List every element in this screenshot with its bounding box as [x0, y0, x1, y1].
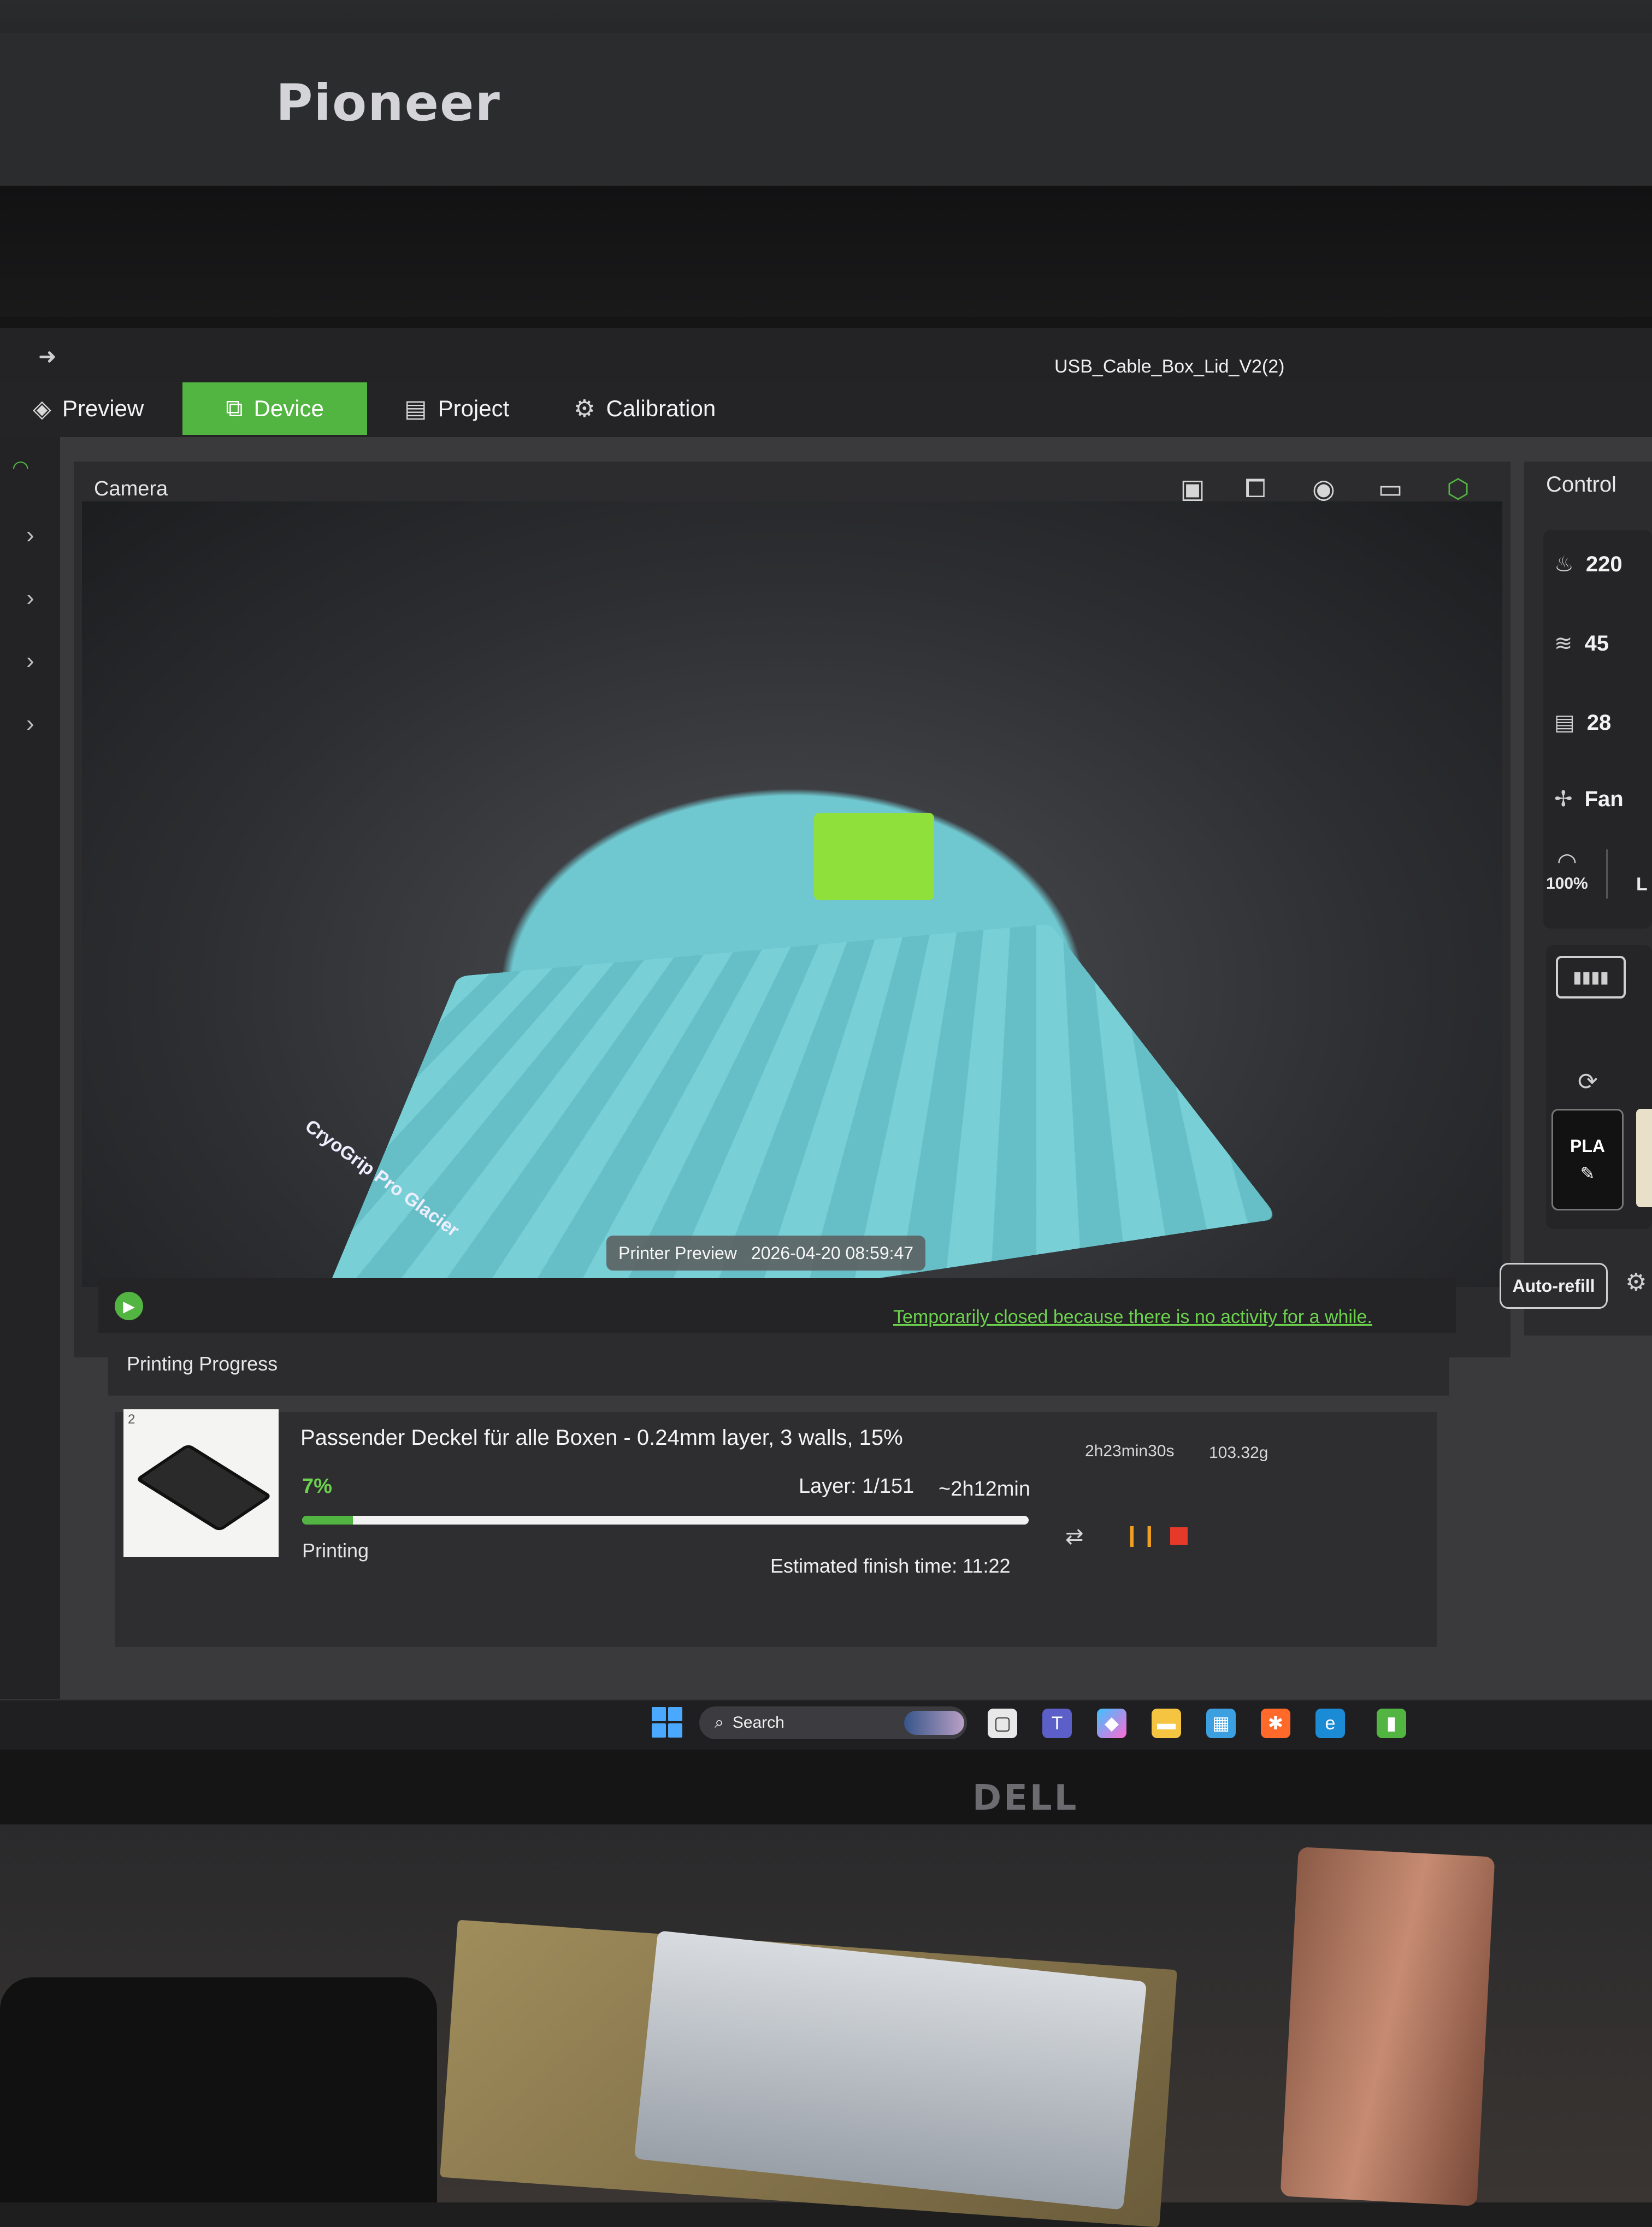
bambu-studio-icon[interactable]: ▮ — [1377, 1709, 1406, 1738]
speed-value: 100% — [1546, 875, 1588, 893]
window-title: USB_Cable_Box_Lid_V2(2) — [1054, 356, 1285, 377]
printer-preview-badge: Printer Preview 2026-04-20 08:59:47 — [606, 1236, 926, 1271]
ams-refresh-icon[interactable]: ⟳ — [1578, 1068, 1598, 1096]
nozzle-icon: ♨ — [1554, 552, 1574, 576]
speed-control[interactable]: ◠ 100% — [1546, 848, 1588, 893]
calibration-icon: ⚙ — [574, 395, 595, 422]
fan-row[interactable]: ✢ Fan — [1554, 787, 1624, 812]
left-rail — [0, 437, 60, 1748]
file-explorer-icon[interactable]: ▢ — [988, 1709, 1017, 1738]
fan-icon: ✢ — [1554, 787, 1573, 811]
progress-percent: 7% — [302, 1475, 332, 1498]
tab-device[interactable]: ⧉ Device — [182, 382, 367, 435]
bed-temp-row[interactable]: ≋ 45 — [1554, 631, 1609, 656]
preview-label: Printer Preview — [618, 1243, 737, 1263]
finish-time: Estimated finish time: 11:22 — [770, 1555, 1011, 1577]
job-weight: 103.32g — [1209, 1444, 1268, 1462]
job-duration: 2h23min30s — [1085, 1442, 1175, 1460]
ams-icon[interactable]: ▮▮▮▮ — [1556, 956, 1626, 999]
preview-timestamp: 2026-04-20 08:59:47 — [751, 1243, 914, 1263]
rail-expand-icon[interactable]: › — [26, 584, 34, 612]
forward-arrow-icon[interactable]: ➜ — [38, 344, 57, 369]
ams-settings-icon[interactable]: ⚙ — [1625, 1268, 1647, 1296]
upper-monitor-bezel — [0, 33, 1652, 189]
rail-expand-icon[interactable]: › — [26, 522, 34, 549]
nozzle-temp-row[interactable]: ♨ 220 — [1554, 552, 1622, 577]
printed-part — [814, 813, 934, 900]
camera-feed: CryoGrip Pro Glacier — [82, 501, 1502, 1287]
windows-start-icon[interactable] — [652, 1707, 682, 1738]
swap-icon[interactable]: ⇄ — [1065, 1524, 1084, 1549]
print-status: Printing — [302, 1539, 369, 1562]
chamber-temp-row[interactable]: ▤ 28 — [1554, 710, 1611, 735]
tab-project[interactable]: ▤ Project — [404, 382, 509, 435]
cables — [0, 1977, 437, 2202]
folder-icon[interactable]: ▬ — [1152, 1709, 1181, 1738]
copper-bar — [1280, 1847, 1495, 2206]
search-icon: ⌕ — [715, 1714, 724, 1732]
lamp-control[interactable]: L — [1636, 874, 1648, 895]
nozzle-temp: 220 — [1585, 552, 1622, 576]
progress-bar — [302, 1516, 1029, 1525]
bed-icon: ≋ — [1554, 631, 1573, 655]
layer-info: Layer: 1/151 — [799, 1475, 914, 1498]
auto-refill-button[interactable]: Auto-refill — [1500, 1263, 1608, 1309]
wifi-icon: ◠ — [12, 456, 30, 479]
search-label: Search — [732, 1714, 784, 1732]
bed-temp: 45 — [1584, 631, 1609, 655]
teams-icon[interactable]: T — [1042, 1709, 1072, 1738]
title-bar — [0, 328, 1652, 382]
plate-number: 2 — [128, 1412, 135, 1427]
layers-icon: ◈ — [33, 395, 51, 422]
tab-project-label: Project — [438, 395, 510, 421]
copilot-icon[interactable]: ◆ — [1097, 1709, 1126, 1738]
tab-device-label: Device — [253, 395, 324, 421]
ams-slot-1[interactable]: PLA ✎ — [1551, 1109, 1624, 1210]
pause-button[interactable]: ❙❙ — [1123, 1523, 1158, 1547]
edge-icon[interactable]: e — [1315, 1709, 1345, 1738]
dell-logo: DELL — [972, 1778, 1079, 1818]
ams-slot-2[interactable] — [1636, 1109, 1652, 1207]
slot-material: PLA — [1570, 1136, 1605, 1156]
inactive-message-link[interactable]: Temporarily closed because there is no a… — [893, 1307, 1372, 1328]
background-gap — [0, 186, 1652, 322]
tab-preview-label: Preview — [62, 395, 144, 421]
tab-calibration-label: Calibration — [606, 395, 716, 421]
fan-label: Fan — [1584, 787, 1624, 811]
tab-preview[interactable]: ◈ Preview — [33, 382, 144, 435]
store-icon[interactable]: ▦ — [1206, 1709, 1236, 1738]
control-title: Control — [1546, 472, 1616, 497]
app-icon[interactable]: ✱ — [1261, 1709, 1290, 1738]
pioneer-logo: Pioneer — [276, 74, 501, 132]
progress-fill — [302, 1516, 353, 1525]
play-button[interactable]: ▶ — [115, 1292, 143, 1320]
progress-header — [108, 1341, 1449, 1396]
rail-expand-icon[interactable]: › — [26, 647, 34, 675]
project-icon: ▤ — [404, 395, 427, 422]
screen: ➜ USB_Cable_Box_Lid_V2(2) ◈ Preview ⧉ De… — [0, 328, 1652, 1748]
edit-icon: ✎ — [1580, 1163, 1595, 1183]
speed-gauge-icon: ◠ — [1558, 848, 1576, 874]
remaining-time: ~2h12min — [939, 1478, 1030, 1501]
speed-divider — [1606, 849, 1608, 899]
chamber-icon: ▤ — [1554, 711, 1575, 735]
search-highlight-art — [904, 1711, 964, 1735]
chamber-temp: 28 — [1586, 710, 1612, 735]
job-name: Passender Deckel für alle Boxen - 0.24mm… — [300, 1426, 903, 1450]
stop-button[interactable] — [1170, 1527, 1188, 1545]
rail-expand-icon[interactable]: › — [26, 710, 34, 737]
progress-title: Printing Progress — [127, 1352, 278, 1375]
tab-calibration[interactable]: ⚙ Calibration — [574, 382, 716, 435]
device-icon: ⧉ — [226, 395, 243, 422]
